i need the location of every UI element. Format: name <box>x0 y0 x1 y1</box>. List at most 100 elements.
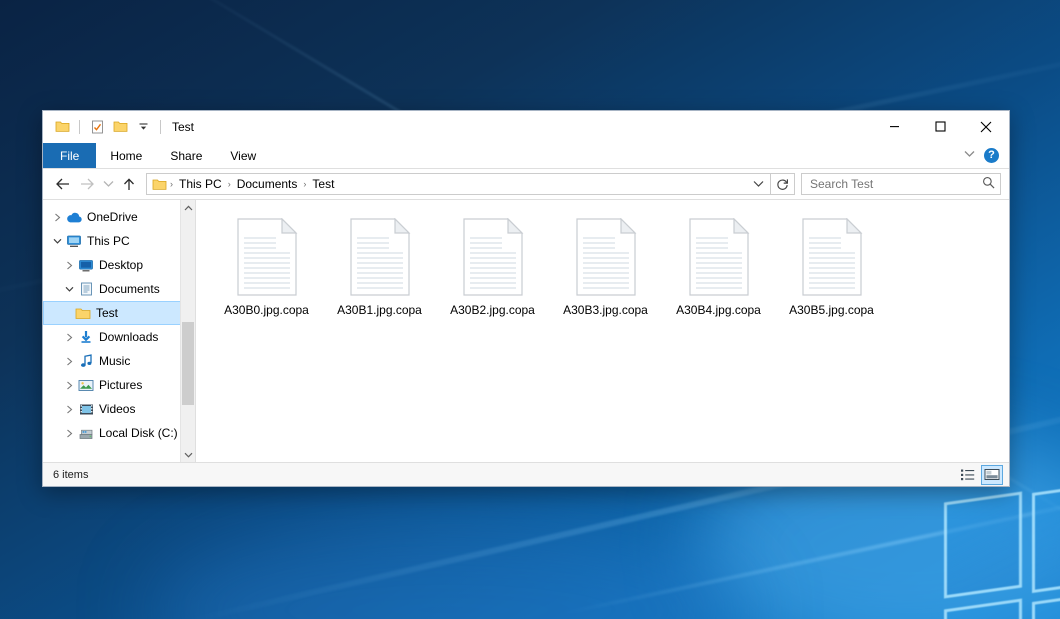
search-icon[interactable] <box>982 176 995 192</box>
navigation-scrollbar[interactable] <box>180 200 195 462</box>
file-item[interactable]: A30B5.jpg.copa <box>775 214 888 321</box>
chevron-right-icon[interactable] <box>61 261 77 270</box>
sidebar-item-documents[interactable]: Documents <box>43 277 195 301</box>
status-bar: 6 items <box>43 462 1009 486</box>
large-icons-view-button[interactable] <box>981 465 1003 485</box>
tab-file[interactable]: File <box>43 143 96 168</box>
wallpaper-glow-2 <box>150 520 750 619</box>
generic-document-icon <box>799 218 865 296</box>
chevron-right-icon[interactable] <box>61 429 77 438</box>
quick-access-toolbar <box>43 118 164 136</box>
chevron-right-icon[interactable] <box>61 405 77 414</box>
breadcrumb-item-this-pc[interactable]: This PC <box>174 177 227 191</box>
minimize-button[interactable] <box>871 111 917 143</box>
file-explorer-window: Test File Home Share View <box>42 110 1010 487</box>
file-item[interactable]: A30B3.jpg.copa <box>549 214 662 321</box>
sidebar-item-label: Downloads <box>99 330 158 344</box>
refresh-icon[interactable] <box>771 173 795 195</box>
breadcrumb-item-documents[interactable]: Documents <box>232 177 303 191</box>
sidebar-item-test[interactable]: Test <box>43 301 195 325</box>
sidebar-item-label: OneDrive <box>87 210 138 224</box>
address-bar[interactable]: › This PC › Documents › Test <box>146 173 771 195</box>
chevron-down-icon[interactable] <box>49 238 65 245</box>
sidebar-item-label: Pictures <box>99 378 142 392</box>
ribbon-spacer <box>270 143 964 168</box>
recent-locations-button[interactable] <box>99 172 117 196</box>
file-list-view[interactable]: A30B0.jpg.copa A30B1.jpg.copa <box>196 200 1009 462</box>
file-name: A30B5.jpg.copa <box>789 303 874 317</box>
chevron-right-icon[interactable] <box>61 333 77 342</box>
chevron-down-icon[interactable] <box>964 150 975 161</box>
chevron-right-icon[interactable] <box>61 357 77 366</box>
chevron-right-icon[interactable] <box>49 213 65 222</box>
videos-icon <box>77 403 95 416</box>
file-item[interactable]: A30B2.jpg.copa <box>436 214 549 321</box>
sidebar-item-music[interactable]: Music <box>43 349 195 373</box>
tab-home[interactable]: Home <box>96 143 156 168</box>
search-box[interactable] <box>801 173 1001 195</box>
address-dropdown-icon[interactable] <box>748 174 768 194</box>
scrollbar-track[interactable] <box>181 215 195 447</box>
breadcrumb-item-test[interactable]: Test <box>307 177 339 191</box>
folder-icon <box>74 307 92 320</box>
music-icon <box>77 354 95 368</box>
windows-logo-pane-top-left <box>944 492 1022 599</box>
chevron-right-icon[interactable] <box>61 381 77 390</box>
file-name: A30B1.jpg.copa <box>337 303 422 317</box>
sidebar-item-label: Music <box>99 354 130 368</box>
file-item[interactable]: A30B0.jpg.copa <box>210 214 323 321</box>
chevron-down-icon[interactable] <box>61 286 77 293</box>
folder-icon[interactable] <box>53 118 71 136</box>
onedrive-cloud-icon <box>65 211 83 224</box>
scroll-up-icon[interactable] <box>181 200 195 215</box>
sidebar-item-this-pc[interactable]: This PC <box>43 229 195 253</box>
scroll-down-icon[interactable] <box>181 447 195 462</box>
up-button[interactable] <box>117 172 141 196</box>
help-icon[interactable]: ? <box>984 148 999 163</box>
sidebar-item-desktop[interactable]: Desktop <box>43 253 195 277</box>
desktop-background: Test File Home Share View <box>0 0 1060 619</box>
sidebar-item-label: Local Disk (C:) <box>99 426 178 440</box>
back-button[interactable] <box>51 172 75 196</box>
breadcrumb: › This PC › Documents › Test <box>169 177 748 191</box>
windows-logo-pane-top-right <box>1032 481 1060 593</box>
sidebar-item-pictures[interactable]: Pictures <box>43 373 195 397</box>
sidebar-item-downloads[interactable]: Downloads <box>43 325 195 349</box>
generic-document-icon <box>573 218 639 296</box>
search-input[interactable] <box>810 177 982 191</box>
navigation-tree: OneDrive This PC <box>43 200 195 462</box>
ribbon-tab-strip: File Home Share View ? <box>43 143 1009 169</box>
harddisk-icon <box>77 427 95 440</box>
generic-document-icon <box>234 218 300 296</box>
customize-qat-icon[interactable] <box>134 118 152 136</box>
navigation-pane: OneDrive This PC <box>43 200 196 462</box>
desktop-icon <box>77 259 95 272</box>
file-name: A30B2.jpg.copa <box>450 303 535 317</box>
maximize-button[interactable] <box>917 111 963 143</box>
tab-share[interactable]: Share <box>156 143 216 168</box>
window-controls <box>871 111 1009 143</box>
sidebar-item-label: Test <box>96 306 118 320</box>
sidebar-item-local-disk-c[interactable]: Local Disk (C:) <box>43 421 195 445</box>
forward-button[interactable] <box>75 172 99 196</box>
title-bar[interactable]: Test <box>43 111 1009 143</box>
file-item[interactable]: A30B1.jpg.copa <box>323 214 436 321</box>
sidebar-item-videos[interactable]: Videos <box>43 397 195 421</box>
file-item[interactable]: A30B4.jpg.copa <box>662 214 775 321</box>
details-view-button[interactable] <box>957 465 979 485</box>
file-name: A30B4.jpg.copa <box>676 303 761 317</box>
scrollbar-thumb[interactable] <box>182 322 194 406</box>
file-name: A30B3.jpg.copa <box>563 303 648 317</box>
generic-document-icon <box>460 218 526 296</box>
tab-view[interactable]: View <box>216 143 270 168</box>
sidebar-item-onedrive[interactable]: OneDrive <box>43 205 195 229</box>
pictures-icon <box>77 379 95 392</box>
item-count-label: 6 items <box>53 469 88 481</box>
address-bar-tools <box>748 174 768 194</box>
sidebar-item-label: Documents <box>99 282 160 296</box>
close-button[interactable] <box>963 111 1009 143</box>
sidebar-item-label: Desktop <box>99 258 143 272</box>
properties-icon[interactable] <box>88 118 106 136</box>
new-folder-icon[interactable] <box>111 118 129 136</box>
explorer-body: OneDrive This PC <box>43 199 1009 462</box>
